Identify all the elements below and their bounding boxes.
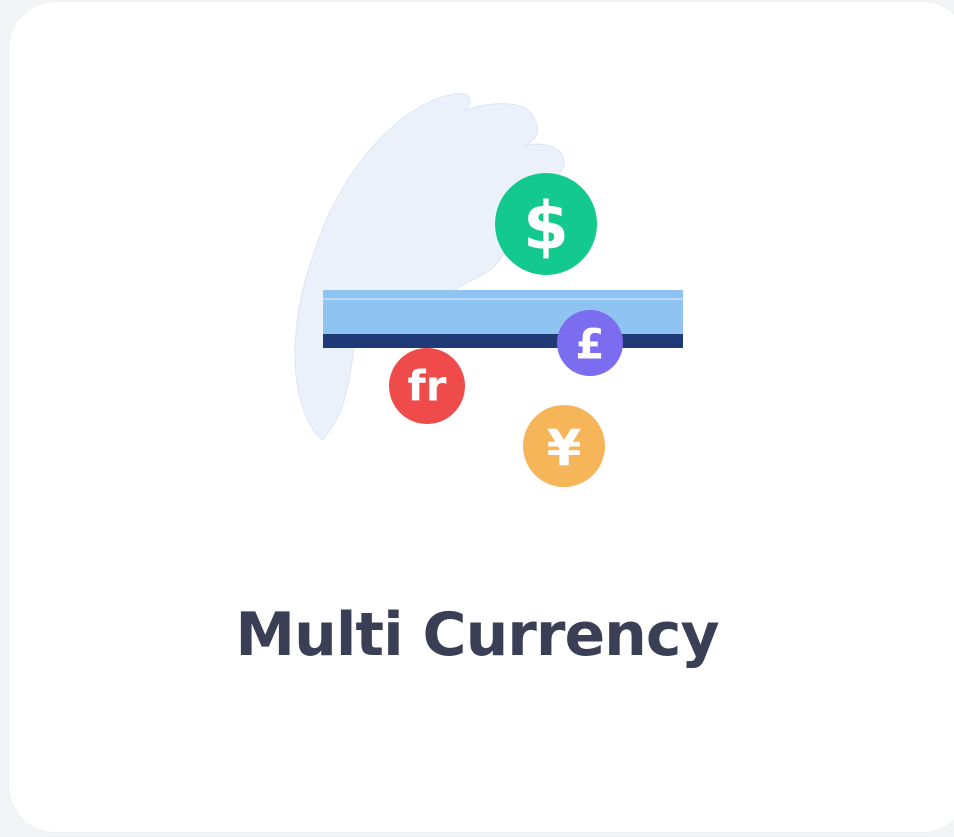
pound-coin-icon: £	[557, 310, 623, 376]
svg-text:fr: fr	[408, 362, 447, 411]
card-title: Multi Currency	[235, 600, 719, 670]
franc-coin-icon: fr	[389, 348, 465, 424]
dollar-coin-icon: $	[495, 173, 597, 275]
svg-text:£: £	[575, 320, 604, 369]
svg-text:¥: ¥	[547, 419, 582, 477]
yen-coin-icon: ¥	[523, 405, 605, 487]
credit-card-icon	[323, 290, 683, 348]
multi-currency-illustration: $ £ fr ¥	[294, 93, 683, 487]
svg-text:$: $	[523, 188, 569, 265]
